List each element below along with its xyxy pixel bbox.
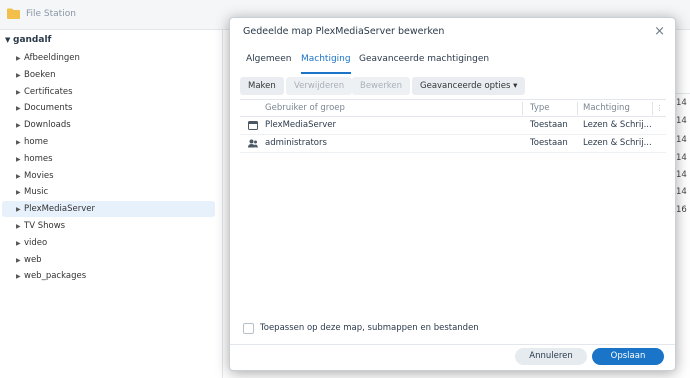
caret-right-icon[interactable]: ▶: [16, 51, 24, 67]
table-row[interactable]: administrators Toestaan Lezen & Schrij..…: [240, 135, 666, 153]
caret-right-icon[interactable]: ▶: [16, 169, 24, 185]
column-separator[interactable]: [577, 102, 578, 115]
tree-item-label: Music: [24, 187, 49, 198]
dialog-tabs: Algemeen Machtiging Geavanceerde machtig…: [230, 52, 675, 74]
tree-item-label: web_packages: [24, 271, 87, 282]
tree-item-label: PlexMediaServer: [24, 204, 96, 215]
create-button[interactable]: Maken: [240, 77, 284, 95]
dialog-title: Gedeelde map PlexMediaServer bewerken: [243, 26, 445, 37]
delete-button[interactable]: Verwijderen: [286, 77, 353, 95]
tree-item-label: Certificates: [24, 86, 73, 97]
tab-general[interactable]: Algemeen: [246, 52, 291, 74]
caret-right-icon[interactable]: ▶: [16, 185, 24, 201]
column-permission[interactable]: Machtiging: [583, 100, 630, 116]
tree-item[interactable]: ▶ Movies: [2, 168, 215, 184]
save-button[interactable]: Opslaan: [592, 348, 664, 365]
caret-right-icon[interactable]: ▶: [16, 236, 24, 252]
edit-shared-folder-dialog: Gedeelde map PlexMediaServer bewerken × …: [229, 17, 676, 371]
caret-right-icon[interactable]: ▶: [16, 135, 24, 151]
tree-item[interactable]: ▶ Boeken: [2, 67, 215, 83]
grid-header: Gebruiker of groep Type Machtiging ⋮: [240, 99, 666, 117]
footer-divider: [230, 344, 675, 345]
caret-right-icon[interactable]: ▶: [16, 68, 24, 84]
tree-item[interactable]: ▶ Downloads: [2, 117, 215, 133]
column-user-group[interactable]: Gebruiker of groep: [265, 100, 345, 116]
tree-item[interactable]: ▶ homes: [2, 151, 215, 167]
tree-item-label: Downloads: [24, 120, 71, 131]
tree-root[interactable]: ▼ gandalf: [5, 35, 51, 45]
caret-right-icon[interactable]: ▶: [16, 202, 24, 218]
caret-right-icon[interactable]: ▶: [16, 85, 24, 101]
tree-item[interactable]: ▶ web_packages: [2, 268, 215, 284]
row-type: Toestaan: [530, 138, 568, 148]
tree-item-label: web: [24, 254, 42, 265]
apply-recursive-label[interactable]: Toepassen op deze map, submappen en best…: [260, 323, 479, 334]
file-row-value: 14: [676, 135, 687, 145]
row-name: PlexMediaServer: [265, 120, 337, 130]
column-menu-icon[interactable]: ⋮: [656, 100, 663, 116]
file-row-value: 14: [676, 187, 687, 197]
tree-item-label: homes: [24, 153, 53, 164]
tree-item[interactable]: ▶ Afbeeldingen: [2, 50, 215, 66]
group-icon: [248, 139, 258, 148]
user-icon: [248, 121, 258, 130]
column-separator[interactable]: [652, 102, 653, 115]
file-row-value: 16: [676, 205, 687, 215]
tree-item[interactable]: ▶ home: [2, 134, 215, 150]
tree-item[interactable]: ▶ Certificates: [2, 84, 215, 100]
column-type[interactable]: Type: [530, 100, 550, 116]
file-row-value: 14: [676, 153, 687, 163]
tree-item[interactable]: ▶ Music: [2, 184, 215, 200]
row-name: administrators: [265, 138, 327, 148]
file-row-value: 14: [676, 116, 687, 126]
tree-item[interactable]: ▶ web: [2, 252, 215, 268]
app-title: File Station: [26, 9, 76, 19]
tree-item[interactable]: ▶ TV Shows: [2, 218, 215, 234]
caret-right-icon[interactable]: ▶: [16, 253, 24, 269]
caret-right-icon[interactable]: ▶: [16, 101, 24, 117]
file-row-value: 14: [676, 170, 687, 180]
cancel-button[interactable]: Annuleren: [515, 348, 587, 365]
caret-down-icon[interactable]: ▼: [5, 36, 13, 44]
tree-item[interactable]: ▶ PlexMediaServer: [2, 201, 215, 218]
tab-permissions[interactable]: Machtiging: [301, 52, 351, 74]
tree-item-label: video: [24, 237, 48, 248]
tree-item-label: home: [24, 137, 49, 147]
column-separator[interactable]: [522, 102, 523, 115]
tree-root-label: gandalf: [13, 35, 52, 45]
apply-recursive-checkbox[interactable]: [243, 323, 254, 334]
folder-icon: [7, 8, 20, 19]
folder-tree: ▼ gandalf ▶ Afbeeldingen ▶ Boeken ▶ Certificat…: [0, 30, 222, 378]
tree-item-label: Boeken: [24, 69, 56, 80]
tree-item[interactable]: ▶ Documents: [2, 100, 215, 116]
advanced-options-button[interactable]: Geavanceerde opties ▾: [412, 77, 526, 95]
edit-button[interactable]: Bewerken: [352, 77, 410, 95]
caret-right-icon[interactable]: ▶: [16, 269, 24, 285]
table-row[interactable]: PlexMediaServer Toestaan Lezen & Schrij.…: [240, 117, 666, 135]
tree-item-label: Documents: [24, 103, 73, 114]
tree-item-label: Movies: [24, 170, 54, 181]
close-icon[interactable]: ×: [654, 24, 665, 39]
tree-item[interactable]: ▶ video: [2, 235, 215, 251]
row-type: Toestaan: [530, 120, 568, 130]
row-permission: Lezen & Schrij...: [583, 120, 652, 130]
row-permission: Lezen & Schrij...: [583, 138, 652, 148]
caret-right-icon[interactable]: ▶: [16, 219, 24, 235]
file-row-value: 14: [676, 98, 687, 108]
caret-right-icon[interactable]: ▶: [16, 152, 24, 168]
tree-item-label: TV Shows: [24, 221, 66, 231]
tree-item-label: Afbeeldingen: [24, 53, 80, 63]
tab-advanced-permissions[interactable]: Geavanceerde machtigingen: [359, 52, 489, 74]
caret-right-icon[interactable]: ▶: [16, 118, 24, 134]
